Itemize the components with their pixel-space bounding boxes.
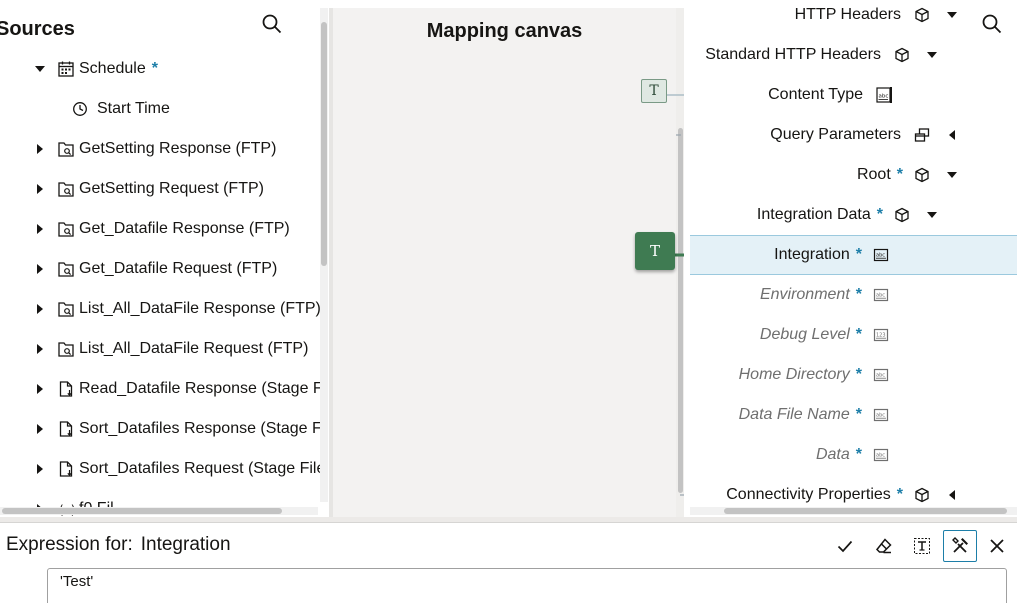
expression-target: Integration [140, 534, 231, 555]
target-horizontal-scrollbar[interactable] [690, 507, 1017, 515]
target-item-http-headers[interactable]: HTTP Headers [795, 0, 959, 35]
target-item-standard-http-headers[interactable]: Standard HTTP Headers [705, 35, 939, 75]
caret-down-icon[interactable] [945, 168, 959, 182]
target-item-content-type[interactable]: Content Type abc [768, 75, 893, 115]
window-stack-icon [913, 126, 931, 144]
target-panel: HTTP Headers Standard HTTP Headers Conte… [684, 0, 1017, 517]
caret-left-icon[interactable] [945, 128, 959, 142]
required-marker: * [855, 406, 862, 423]
required-marker: * [855, 366, 862, 383]
expression-input[interactable]: 'Test' [47, 568, 1007, 603]
target-item-label: Home Directory [738, 366, 850, 383]
svg-text:abc: abc [879, 94, 889, 100]
required-marker: * [896, 166, 903, 183]
abc-field-icon: abc [875, 86, 893, 104]
close-expression-button[interactable] [980, 530, 1014, 562]
target-item-label: Data [815, 446, 850, 463]
eraser-icon [875, 538, 892, 554]
text-token-label: T [649, 83, 659, 99]
check-icon [837, 540, 853, 553]
scrollbar-thumb[interactable] [724, 508, 1007, 514]
developer-mode-button[interactable] [943, 530, 977, 562]
target-item-label: Content Type [768, 86, 863, 103]
target-item-label: Environment [759, 286, 850, 303]
target-item-label: Standard HTTP Headers [705, 46, 881, 63]
abc-field-icon: abc [872, 286, 890, 304]
required-marker: * [855, 286, 862, 303]
svg-text:123: 123 [876, 333, 886, 339]
close-icon [990, 539, 1004, 553]
target-item-data-file-name[interactable]: Data File Name * abc [739, 395, 890, 435]
target-search-button[interactable] [979, 11, 1005, 37]
target-item-query-parameters[interactable]: Query Parameters [770, 115, 959, 155]
svg-text:abc: abc [876, 253, 885, 259]
required-marker: * [855, 246, 862, 263]
target-item-home-directory[interactable]: Home Directory * abc [739, 355, 890, 395]
function-token-integration[interactable]: T [635, 232, 675, 270]
abc-field-icon: abc [872, 446, 890, 464]
search-icon [982, 14, 1002, 34]
number-field-icon: 123 [872, 326, 890, 344]
svg-text:abc: abc [876, 453, 885, 459]
required-marker: * [855, 326, 862, 343]
target-item-debug-level[interactable]: Debug Level * 123 [760, 315, 890, 355]
target-item-label: Root [856, 166, 891, 183]
cube-icon [913, 486, 931, 504]
tools-icon [952, 537, 968, 553]
target-item-integration[interactable]: Integration * abc [690, 235, 1017, 275]
text-format-button[interactable] [905, 530, 939, 562]
abc-field-icon: abc [872, 366, 890, 384]
mapper-app: Sources Schedule * Start Time GetSetting… [0, 0, 1017, 603]
apply-button[interactable] [828, 530, 862, 562]
svg-text:abc: abc [876, 413, 885, 419]
text-format-icon [914, 538, 930, 554]
clear-expression-button[interactable] [867, 530, 901, 562]
target-item-data[interactable]: Data * abc [816, 435, 890, 475]
abc-field-icon: abc [872, 406, 890, 424]
expression-prefix: Expression for: [6, 534, 133, 555]
target-item-label: Connectivity Properties [726, 486, 891, 503]
svg-text:abc: abc [876, 293, 885, 299]
caret-left-icon[interactable] [945, 488, 959, 502]
target-item-root[interactable]: Root * [857, 155, 959, 195]
target-item-label: Integration [774, 246, 850, 263]
cube-icon [893, 46, 911, 64]
expression-header: Expression for: Integration [6, 534, 231, 556]
expression-panel: Expression for: Integration 'Test' [0, 522, 1017, 603]
required-marker: * [896, 486, 903, 503]
cube-icon [893, 206, 911, 224]
svg-text:abc: abc [876, 373, 885, 379]
target-item-environment[interactable]: Environment * abc [760, 275, 890, 315]
target-item-label: HTTP Headers [794, 6, 901, 23]
required-marker: * [876, 206, 883, 223]
target-item-label: Debug Level [759, 326, 850, 343]
caret-down-icon[interactable] [945, 8, 959, 22]
caret-down-icon[interactable] [925, 48, 939, 62]
function-token-content-type[interactable]: T [641, 79, 667, 103]
cube-icon [913, 6, 931, 24]
cube-icon [913, 166, 931, 184]
caret-down-icon[interactable] [925, 208, 939, 222]
abc-field-icon: abc [872, 246, 890, 264]
target-item-label: Integration Data [756, 206, 871, 223]
text-token-label: T [649, 242, 660, 260]
target-item-label: Data File Name [738, 406, 850, 423]
target-item-label: Query Parameters [770, 126, 901, 143]
target-item-integration-data[interactable]: Integration Data * [757, 195, 939, 235]
required-marker: * [855, 446, 862, 463]
